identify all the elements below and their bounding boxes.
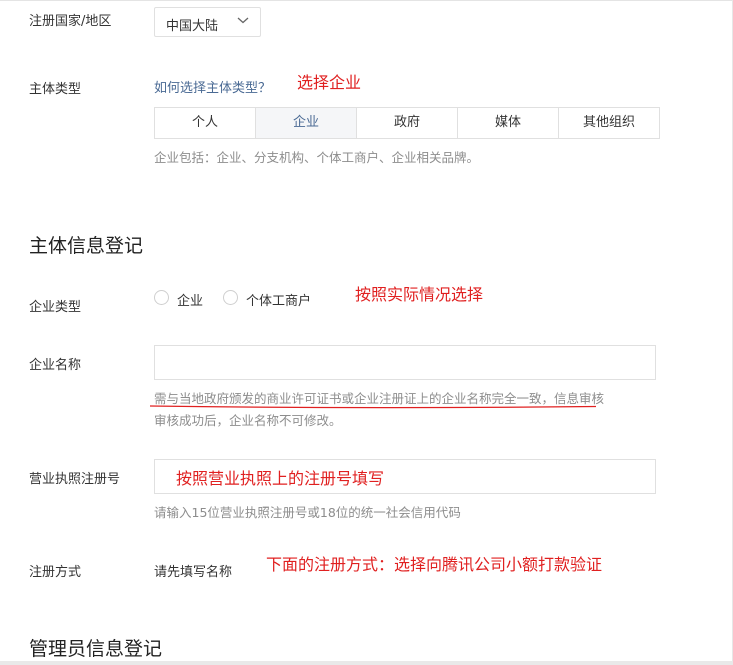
entity-option-personal[interactable]: 个人 — [155, 108, 255, 138]
company-name-hint-line2: 审核成功后，企业名称不可修改。 — [154, 413, 342, 428]
region-label: 注册国家/地区 — [29, 14, 112, 29]
annotation-choose-by-actual: 按照实际情况选择 — [355, 285, 484, 304]
company-type-option-individual[interactable]: 个体工商户 — [246, 290, 311, 309]
company-type-option-enterprise[interactable]: 企业 — [177, 290, 203, 309]
company-name-input[interactable] — [154, 345, 656, 380]
top-border — [0, 0, 733, 1]
company-name-label: 企业名称 — [29, 358, 82, 373]
entity-option-government[interactable]: 政府 — [356, 108, 457, 138]
annotation-fill-by-license: 按照营业执照上的注册号填写 — [176, 469, 385, 488]
entity-type-hint: 企业包括：企业、分支机构、个体工商户、企业相关品牌。 — [154, 150, 480, 165]
company-type-label: 企业类型 — [29, 300, 82, 315]
annotation-method-note: 下面的注册方式：选择向腾讯公司小额打款验证 — [266, 555, 603, 574]
company-type-radio-enterprise[interactable] — [154, 290, 169, 305]
license-number-hint: 请输入15位营业执照注册号或18位的统一社会信用代码 — [154, 505, 461, 520]
entity-option-other-org[interactable]: 其他组织 — [558, 108, 659, 138]
company-type-radio-individual[interactable] — [223, 290, 238, 305]
entity-option-enterprise[interactable]: 企业 — [255, 108, 356, 138]
entity-type-segmented-control: 个人 企业 政府 媒体 其他组织 — [154, 107, 660, 139]
annotation-choose-enterprise: 选择企业 — [297, 73, 362, 92]
entity-option-media[interactable]: 媒体 — [457, 108, 558, 138]
region-select-value: 中国大陆 — [166, 19, 219, 34]
entity-type-label: 主体类型 — [29, 82, 82, 97]
chevron-down-icon — [237, 17, 249, 24]
license-number-label: 营业执照注册号 — [29, 472, 121, 487]
registration-method-label: 注册方式 — [29, 565, 82, 580]
bottom-divider — [0, 661, 733, 665]
region-select[interactable]: 中国大陆 — [154, 7, 261, 37]
registration-method-value: 请先填写名称 — [154, 565, 233, 580]
entity-type-help-link[interactable]: 如何选择主体类型？ — [154, 77, 271, 96]
registration-section-title: 主体信息登记 — [29, 235, 144, 257]
red-underline-mark — [150, 405, 596, 409]
admin-section-title: 管理员信息登记 — [29, 638, 163, 660]
